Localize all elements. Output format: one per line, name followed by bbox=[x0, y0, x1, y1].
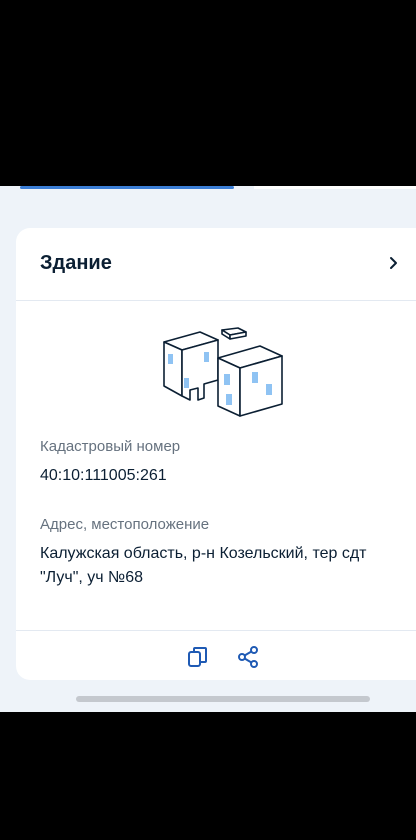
bottom-black-area bbox=[0, 712, 416, 840]
active-tab-indicator bbox=[20, 186, 234, 189]
cadastral-number-label: Кадастровый номер bbox=[40, 438, 181, 455]
inactive-tab-indicator[interactable] bbox=[254, 186, 416, 189]
building-card: Здание Кадастровый номер 40:10:111005:26… bbox=[16, 228, 416, 680]
app-screen: Здание Кадастровый номер 40:10:111005:26… bbox=[0, 186, 416, 712]
cadastral-number-value: 40:10:111005:261 bbox=[40, 467, 167, 484]
chevron-right-icon[interactable] bbox=[386, 252, 402, 274]
share-icon[interactable] bbox=[236, 645, 260, 669]
building-illustration-icon bbox=[163, 327, 283, 417]
card-actions bbox=[16, 630, 416, 681]
address-value-line1: Калужская область, р-н Козельский, тер с… bbox=[40, 545, 367, 562]
address-label: Адрес, местоположение bbox=[40, 516, 210, 533]
top-black-area bbox=[0, 0, 416, 186]
tab-gap bbox=[234, 186, 254, 189]
copy-icon[interactable] bbox=[186, 645, 210, 669]
address-value-line2: "Луч", уч №68 bbox=[40, 569, 144, 586]
card-header[interactable]: Здание bbox=[16, 228, 416, 301]
card-title: Здание bbox=[40, 252, 112, 274]
home-indicator[interactable] bbox=[76, 696, 370, 702]
